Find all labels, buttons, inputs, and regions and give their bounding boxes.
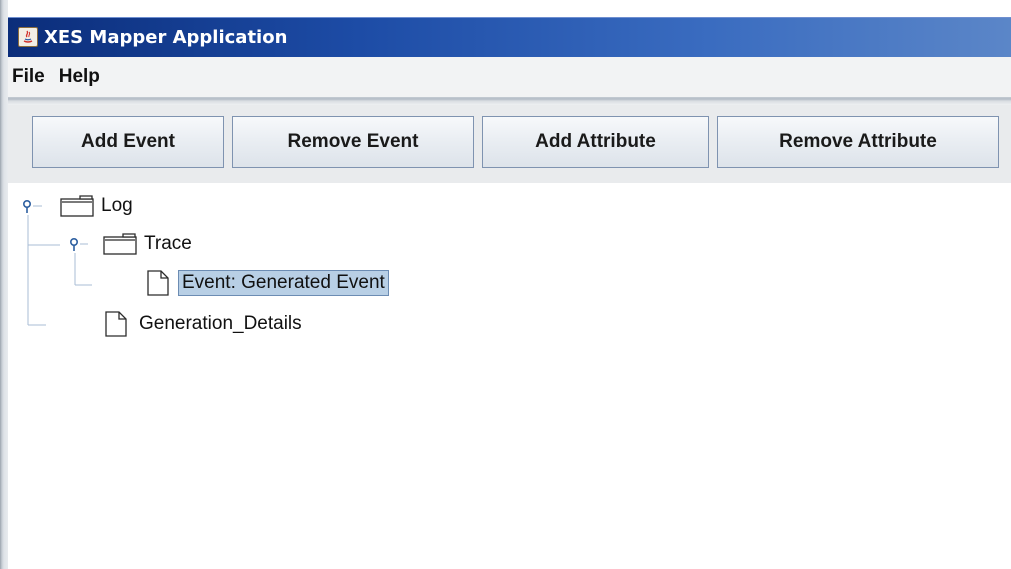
menu-file[interactable]: File xyxy=(8,66,52,88)
tree-node-generation-details[interactable]: Generation_Details xyxy=(104,309,305,339)
menu-bar: File Help xyxy=(8,57,1011,97)
menu-help[interactable]: Help xyxy=(52,66,107,88)
add-attribute-button[interactable]: Add Attribute xyxy=(482,116,709,168)
toolbar: Add Event Remove Event Add Attribute Rem… xyxy=(8,105,1011,183)
trace-expand-toggle-icon[interactable] xyxy=(68,237,82,258)
remove-attribute-button[interactable]: Remove Attribute xyxy=(717,116,999,168)
window-title: XES Mapper Application xyxy=(44,26,288,48)
document-icon xyxy=(104,310,128,338)
tree-view[interactable]: Log Trace Event: Generated Event Generat… xyxy=(8,183,1011,569)
tree-node-trace[interactable]: Trace xyxy=(103,229,195,259)
tree-node-label-selected: Event: Generated Event xyxy=(178,270,389,296)
menu-separator xyxy=(8,97,1011,105)
tree-node-label: Log xyxy=(101,195,133,216)
folder-icon xyxy=(103,232,137,256)
title-bar[interactable]: XES Mapper Application xyxy=(8,17,1011,57)
log-expand-toggle-icon[interactable] xyxy=(21,199,35,220)
java-icon[interactable] xyxy=(18,27,38,47)
folder-icon xyxy=(60,194,94,218)
window-frame-left xyxy=(0,0,8,569)
tree-node-label: Trace xyxy=(144,233,192,254)
app-window: XES Mapper Application File Help Add Eve… xyxy=(0,0,1011,569)
add-event-button[interactable]: Add Event xyxy=(32,116,224,168)
remove-event-button[interactable]: Remove Event xyxy=(232,116,474,168)
document-icon xyxy=(146,269,170,297)
tree-node-log[interactable]: Log xyxy=(60,191,136,221)
tree-node-event[interactable]: Event: Generated Event xyxy=(146,268,389,298)
tree-node-label: Generation_Details xyxy=(139,313,302,334)
